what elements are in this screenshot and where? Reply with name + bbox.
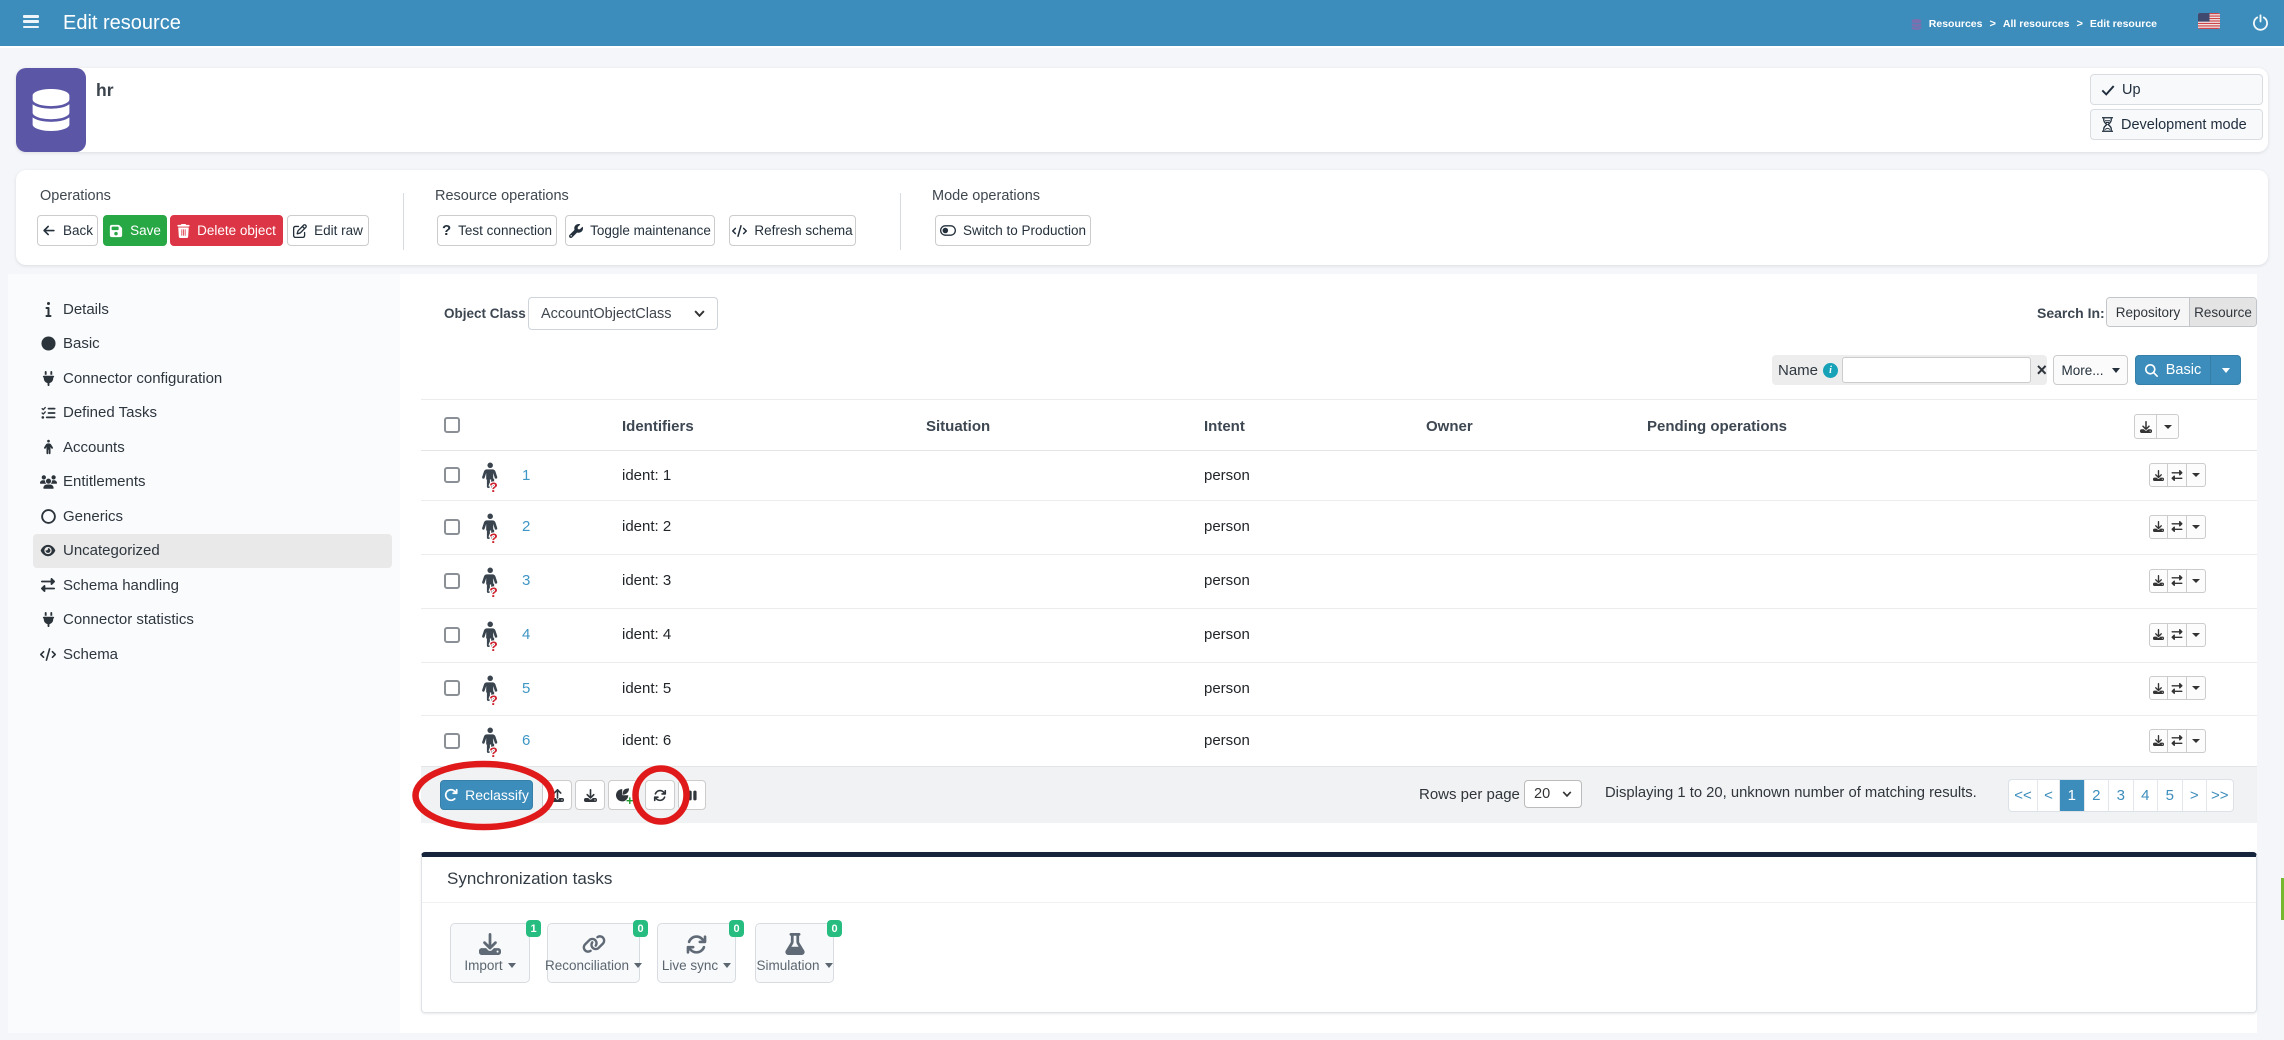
svg-text:?: ? <box>489 744 498 758</box>
svg-text:?: ? <box>489 638 498 652</box>
svg-text:?: ? <box>489 584 498 598</box>
svg-text:?: ? <box>489 479 498 493</box>
svg-text:?: ? <box>489 692 498 706</box>
svg-text:?: ? <box>489 530 498 544</box>
